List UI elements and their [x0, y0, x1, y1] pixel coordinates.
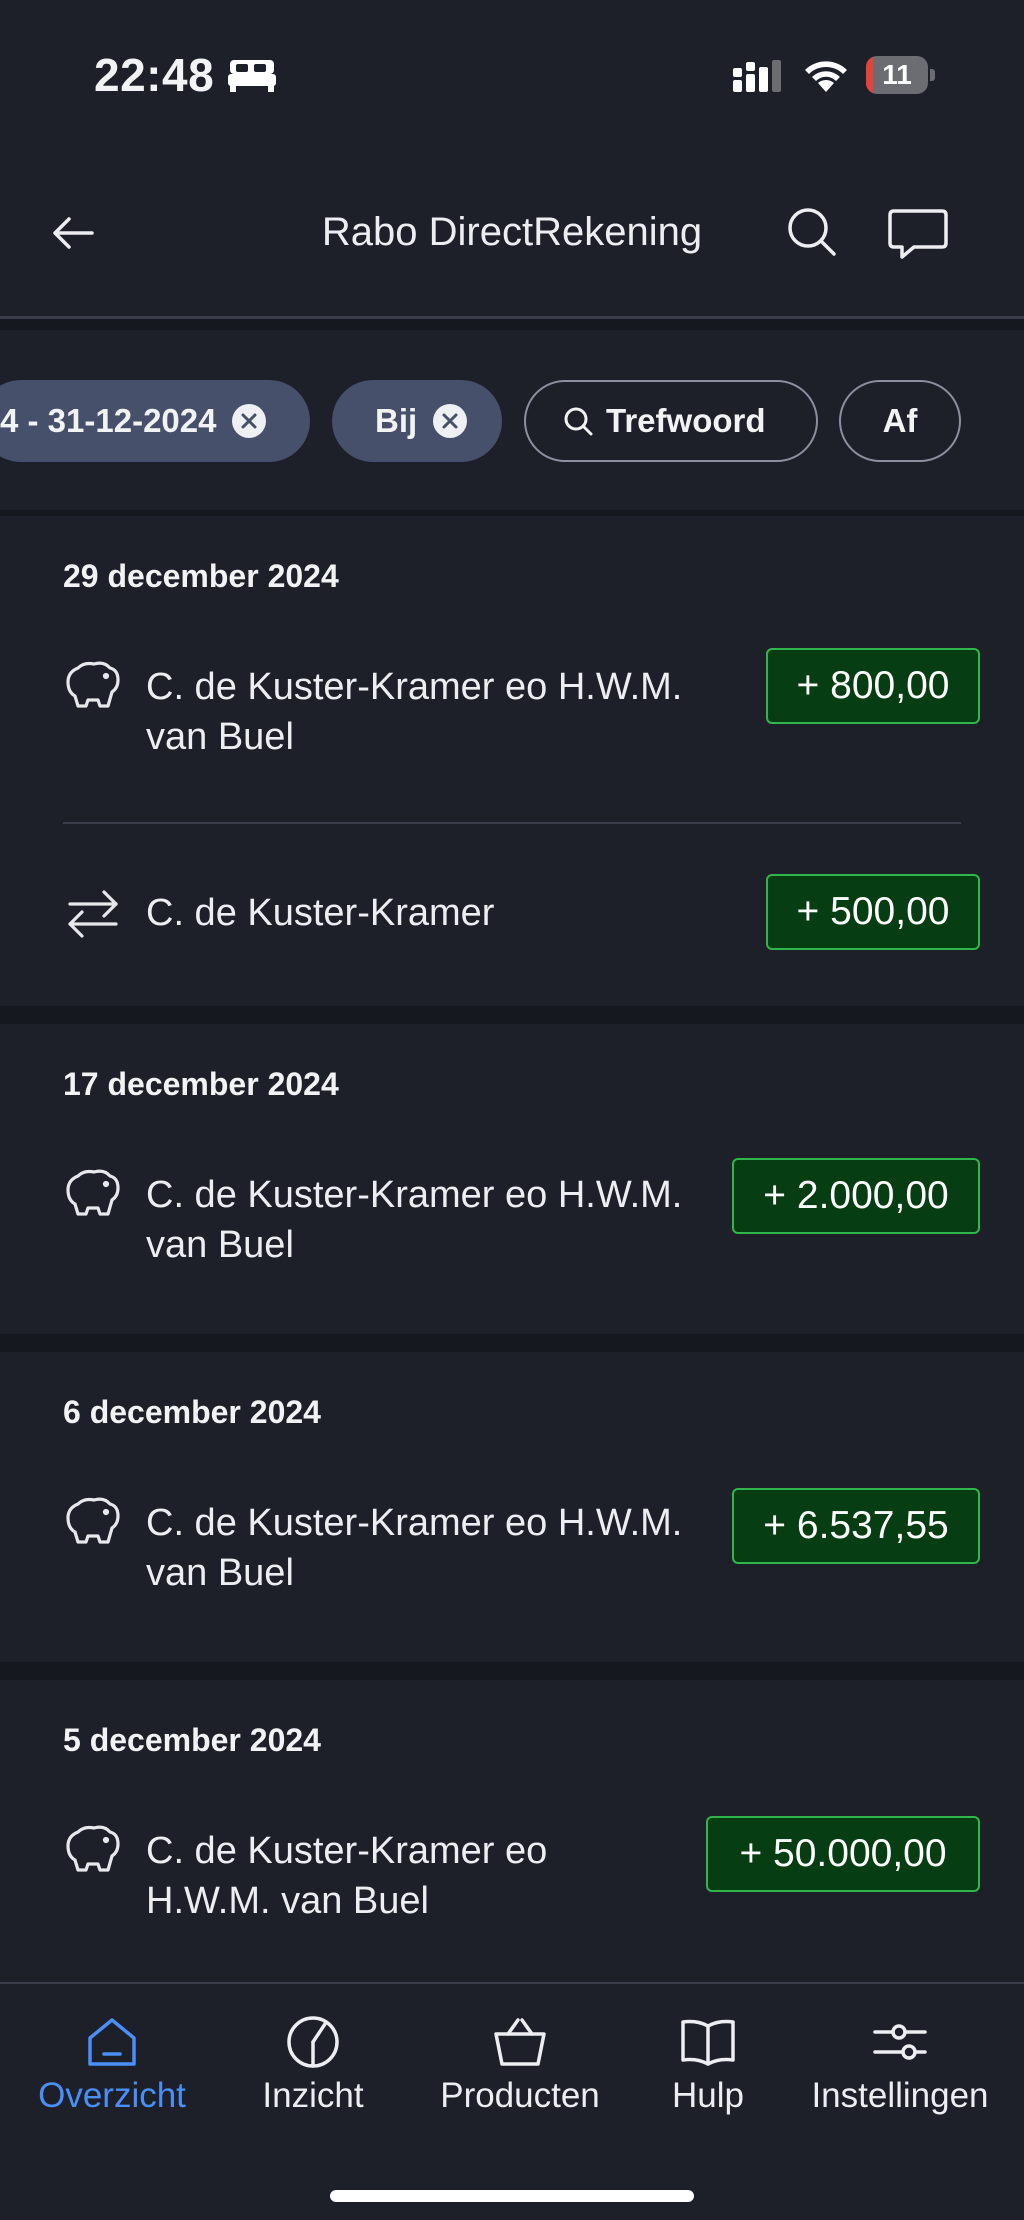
- amount-badge: + 50.000,00: [706, 1816, 980, 1892]
- nav-label: Instellingen: [811, 2076, 989, 2115]
- nav-label: Inzicht: [262, 2076, 364, 2115]
- group-date: 29 december 2024: [63, 558, 339, 594]
- bottom-nav: Overzicht Inzicht Producten Hulp Instell…: [0, 1982, 1024, 2220]
- chip-remove-icon[interactable]: [433, 404, 468, 438]
- transaction-name: C. de Kuster-Kramer eo H.W.M. van Buel: [146, 1170, 682, 1270]
- transaction-group: 5 december 2024 C. de Kuster-Kramer eo H…: [0, 1680, 1024, 1982]
- chip-af[interactable]: Af: [839, 380, 961, 462]
- transaction-name-line1: C. de Kuster-Kramer eo H.W.M.: [146, 1174, 683, 1216]
- transaction-name-line2: van Buel: [146, 1224, 294, 1266]
- wifi-icon: [805, 61, 847, 92]
- battery-indicator: 11: [866, 56, 936, 94]
- chat-icon[interactable]: [888, 207, 948, 261]
- chip-date-range[interactable]: 4 - 31-12-2024: [0, 380, 310, 462]
- header-divider: [0, 316, 1024, 319]
- nav-label: Overzicht: [38, 2076, 186, 2115]
- piggy-bank-icon: [66, 1825, 120, 1872]
- back-arrow-icon[interactable]: [50, 212, 96, 254]
- transaction-name-line1: C. de Kuster-Kramer eo: [146, 1830, 548, 1872]
- search-icon[interactable]: [786, 206, 838, 258]
- transaction-name-line1: C. de Kuster-Kramer eo H.W.M.: [146, 1502, 683, 1544]
- signal-icon: [733, 60, 781, 92]
- page-title: Rabo DirectRekening: [321, 210, 703, 254]
- amount-badge: + 2.000,00: [732, 1158, 980, 1234]
- group-date: 5 december 2024: [63, 1722, 321, 1758]
- nav-label: Producten: [440, 2076, 600, 2115]
- nav-label: Hulp: [672, 2076, 744, 2115]
- amount-badge: + 6.537,55: [732, 1488, 980, 1564]
- transaction-name-line2: van Buel: [146, 1552, 294, 1594]
- transaction-name-line2: H.W.M. van Buel: [146, 1880, 429, 1922]
- transaction-name-line2: van Buel: [146, 716, 294, 758]
- home-icon: [88, 2018, 136, 2066]
- nav-overzicht[interactable]: Overzicht: [24, 2014, 200, 2116]
- search-icon: [564, 407, 593, 436]
- chip-remove-icon[interactable]: [232, 404, 267, 438]
- chip-trefwoord[interactable]: Trefwoord: [524, 380, 818, 462]
- group-date: 6 december 2024: [63, 1394, 321, 1430]
- transaction-divider: [63, 822, 961, 824]
- group-date: 17 december 2024: [63, 1066, 339, 1102]
- transaction-group: 17 december 2024 C. de Kuster-Kramer eo …: [0, 1024, 1024, 1334]
- pie-chart-icon: [287, 2016, 339, 2068]
- chip-trefwoord-label: Trefwoord: [606, 402, 766, 439]
- battery-tip: [930, 69, 935, 81]
- transaction-name: C. de Kuster-Kramer: [146, 892, 495, 934]
- home-indicator: [330, 2190, 694, 2202]
- basket-icon: [494, 2018, 546, 2066]
- transaction-name-line1: C. de Kuster-Kramer eo H.W.M.: [146, 666, 683, 708]
- transfer-icon: [68, 890, 118, 938]
- transaction-group: 6 december 2024 C. de Kuster-Kramer eo H…: [0, 1352, 1024, 1662]
- filter-bar: 4 - 31-12-2024 Bij Trefwoord Af: [0, 330, 1024, 510]
- book-icon: [681, 2019, 735, 2066]
- transaction-group: 29 december 2024 C. de Kuster-Kramer eo …: [0, 516, 1024, 1006]
- chip-af-label: Af: [882, 402, 918, 439]
- piggy-bank-icon: [66, 1497, 120, 1544]
- nav-inzicht[interactable]: Inzicht: [240, 2014, 386, 2116]
- piggy-bank-icon: [66, 1169, 120, 1216]
- nav-instellingen[interactable]: Instellingen: [794, 2014, 1006, 2116]
- bed-icon: [228, 60, 276, 92]
- amount-badge: + 500,00: [766, 874, 980, 950]
- chip-bij-label: Bij: [375, 402, 418, 439]
- sliders-icon: [873, 2024, 927, 2060]
- chip-date-range-label: 4 - 31-12-2024: [0, 402, 217, 439]
- battery-level-text: 11: [882, 59, 912, 90]
- transaction-name: C. de Kuster-Kramer eo H.W.M. van Buel: [146, 1498, 682, 1598]
- amount-badge: + 800,00: [766, 648, 980, 724]
- transaction-name: C. de Kuster-Kramer eo H.W.M. van Buel: [146, 1826, 547, 1926]
- chip-bij[interactable]: Bij: [332, 380, 502, 462]
- transaction-name: C. de Kuster-Kramer eo H.W.M. van Buel: [146, 662, 682, 762]
- nav-producten[interactable]: Producten: [420, 2014, 620, 2116]
- nav-hulp[interactable]: Hulp: [652, 2014, 764, 2116]
- piggy-bank-icon: [66, 661, 120, 708]
- status-time: 22:48: [94, 49, 215, 101]
